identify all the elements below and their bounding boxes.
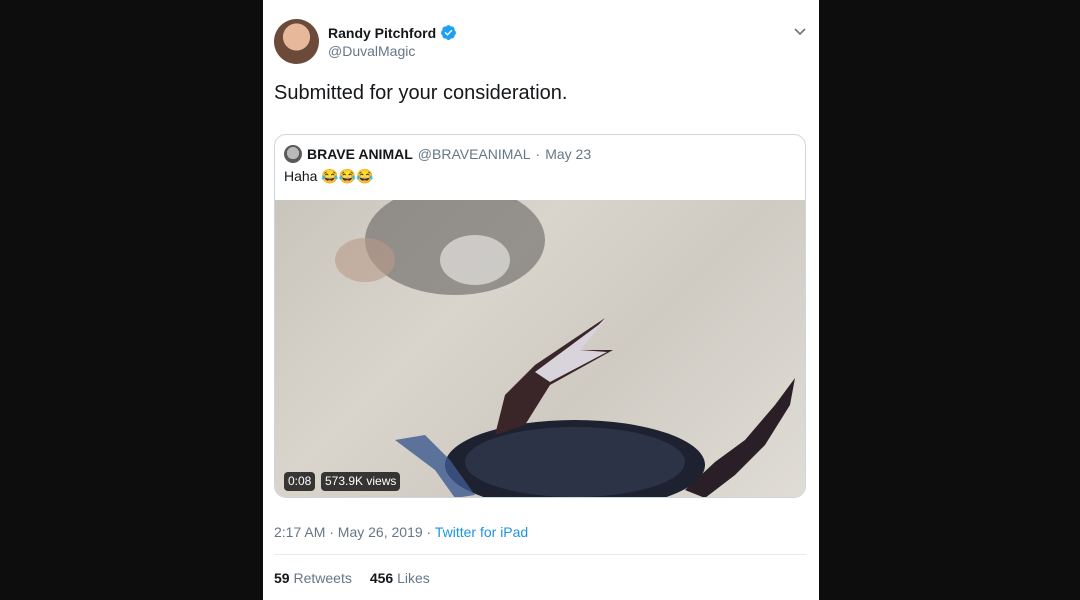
author-name[interactable]: Randy Pitchford (328, 25, 436, 41)
verified-badge-icon (441, 25, 457, 40)
tweet-card: Randy Pitchford @DuvalMagic Submitted fo… (263, 0, 819, 600)
video-player[interactable]: 0:08 573.9K views (275, 200, 805, 497)
video-frame (335, 200, 795, 497)
video-views-badge: 573.9K views (321, 472, 401, 491)
likes-stat[interactable]: 456 Likes (370, 570, 430, 586)
quoted-text: Haha 😂😂😂 (284, 168, 374, 184)
tweet-stats: 59 Retweets 456 Likes (274, 570, 430, 586)
chevron-down-icon[interactable] (793, 24, 807, 38)
retweets-stat[interactable]: 59 Retweets (274, 570, 352, 586)
quoted-separator: · (535, 146, 541, 162)
author-name-row: Randy Pitchford (328, 24, 457, 41)
tweet-text: Submitted for your consideration. (274, 82, 568, 104)
quoted-author-handle: @BRAVEANIMAL (417, 146, 531, 162)
video-duration-badge: 0:08 (284, 472, 316, 491)
tweet-source-link[interactable]: Twitter for iPad (435, 524, 528, 540)
tweet-timestamp[interactable]: 2:17 AM · May 26, 2019 · (274, 524, 435, 540)
quoted-date: May 23 (545, 146, 592, 162)
divider (274, 554, 807, 555)
retweets-count: 59 (274, 570, 290, 586)
quoted-author-name: BRAVE ANIMAL (307, 146, 413, 162)
author-avatar[interactable] (274, 19, 319, 64)
tweet-meta: 2:17 AM · May 26, 2019 · Twitter for iPa… (274, 524, 528, 540)
retweets-label: Retweets (293, 570, 352, 586)
likes-label: Likes (397, 570, 430, 586)
quoted-avatar (284, 145, 302, 163)
quoted-tweet[interactable]: BRAVE ANIMAL @BRAVEANIMAL · May 23 Haha … (274, 134, 806, 498)
author-handle[interactable]: @DuvalMagic (328, 43, 415, 59)
quoted-header: BRAVE ANIMAL @BRAVEANIMAL · May 23 (284, 145, 591, 163)
likes-count: 456 (369, 570, 394, 586)
